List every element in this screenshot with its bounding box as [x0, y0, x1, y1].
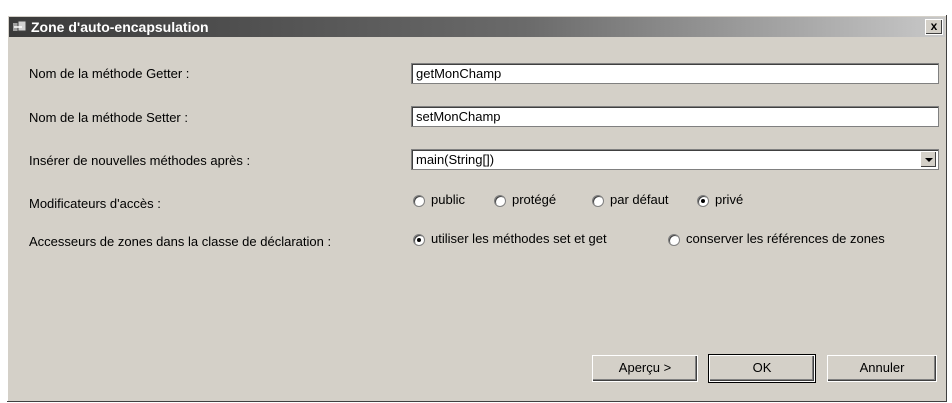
radio-public[interactable]	[413, 195, 425, 207]
chevron-down-icon	[925, 158, 933, 162]
dialog-window: Zone d'auto-encapsulation x Nom de la mé…	[6, 14, 948, 403]
insert-after-value: main(String[])	[416, 152, 495, 167]
getter-label: Nom de la méthode Getter :	[29, 66, 190, 81]
radio-default-label[interactable]: par défaut	[610, 192, 669, 207]
close-button[interactable]: x	[925, 19, 943, 35]
radio-keep-field-refs-label[interactable]: conserver les références de zones	[686, 231, 885, 246]
radio-protected-label[interactable]: protégé	[512, 192, 556, 207]
radio-private[interactable]	[697, 195, 709, 207]
radio-private-label[interactable]: privé	[715, 192, 743, 207]
radio-use-set-get-label[interactable]: utiliser les méthodes set et get	[431, 231, 607, 246]
field-accessors-label: Accesseurs de zones dans la classe de dé…	[29, 234, 332, 249]
dropdown-button[interactable]	[920, 151, 937, 168]
setter-name-input[interactable]: setMonChamp	[411, 106, 939, 127]
radio-public-label[interactable]: public	[431, 192, 465, 207]
radio-use-set-get[interactable]	[413, 234, 425, 246]
radio-keep-field-refs[interactable]	[668, 234, 680, 246]
radio-default[interactable]	[592, 195, 604, 207]
insert-after-select[interactable]: main(String[])	[411, 149, 939, 170]
title-bar: Zone d'auto-encapsulation x	[9, 17, 945, 37]
insert-after-label: Insérer de nouvelles méthodes après :	[29, 153, 251, 168]
app-icon	[13, 20, 27, 32]
radio-selected-dot	[417, 238, 421, 242]
getter-name-input[interactable]: getMonChamp	[411, 63, 939, 84]
preview-button[interactable]: Aperçu >	[592, 355, 698, 382]
setter-label: Nom de la méthode Setter :	[29, 110, 188, 125]
radio-selected-dot	[701, 199, 705, 203]
access-modifiers-label: Modificateurs d'accès :	[29, 196, 161, 211]
cancel-button[interactable]: Annuler	[827, 355, 937, 382]
ok-button[interactable]: OK	[708, 354, 816, 383]
window-title: Zone d'auto-encapsulation	[31, 19, 209, 35]
radio-protected[interactable]	[494, 195, 506, 207]
